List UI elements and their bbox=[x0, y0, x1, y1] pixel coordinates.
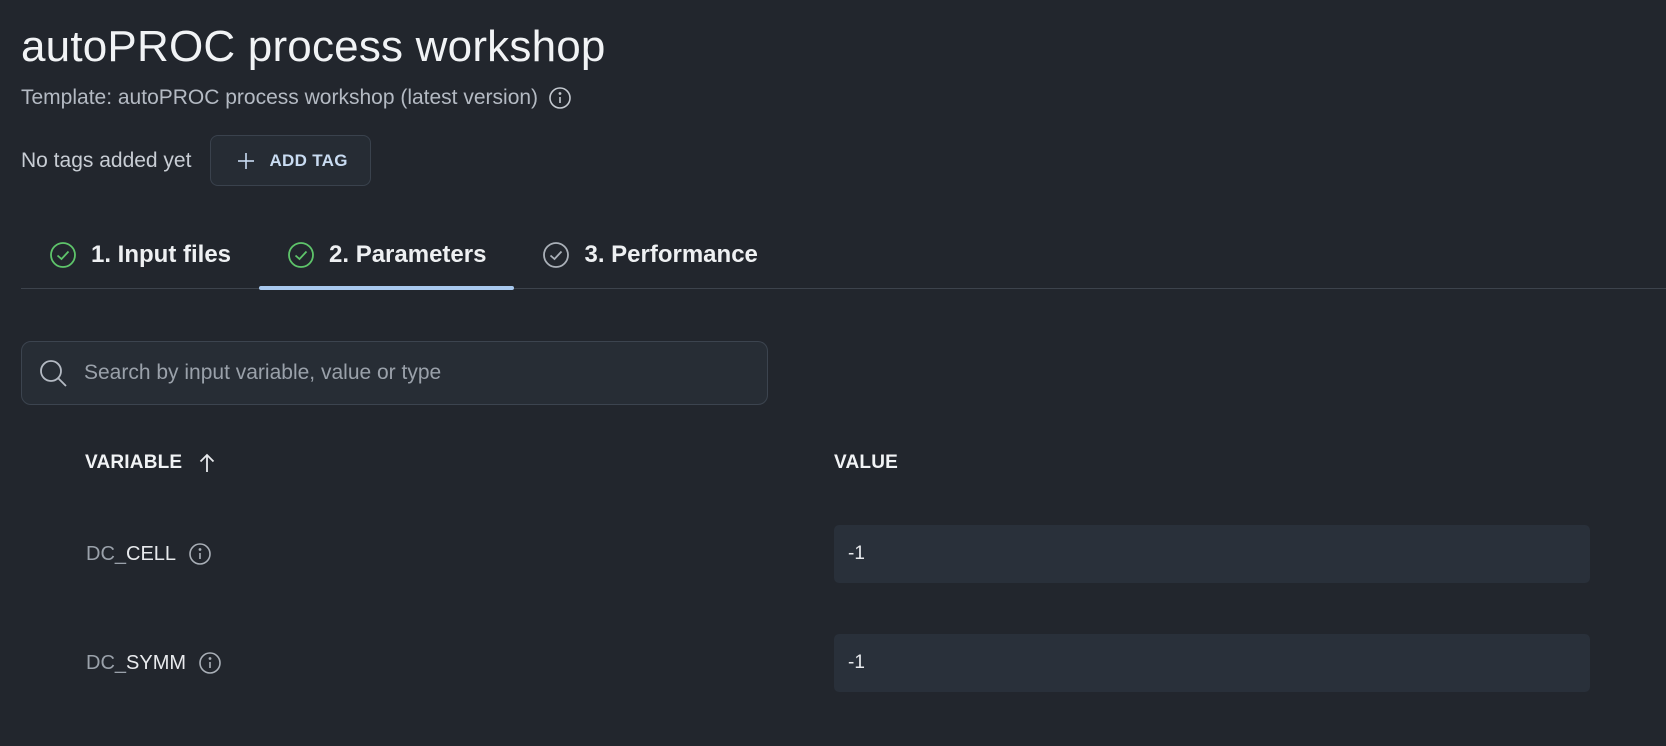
variable-prefix: DC_ bbox=[86, 651, 127, 674]
check-circle-icon bbox=[542, 241, 570, 269]
arrow-up-icon bbox=[196, 452, 218, 474]
value-field[interactable] bbox=[834, 525, 1590, 583]
tab-parameters[interactable]: 2. Parameters bbox=[259, 222, 515, 290]
page-title: autoPROC process workshop bbox=[21, 22, 606, 71]
variable-name: DC_SYMM bbox=[86, 634, 222, 692]
page: autoPROC process workshop Template: auto… bbox=[0, 0, 1666, 746]
tab-performance[interactable]: 3. Performance bbox=[514, 222, 785, 288]
info-icon[interactable] bbox=[188, 542, 212, 566]
value-field[interactable] bbox=[834, 634, 1590, 692]
tags-empty-text: No tags added yet bbox=[21, 148, 192, 172]
column-header-label: VARIABLE bbox=[85, 452, 183, 473]
add-tag-button[interactable]: ADD TAG bbox=[210, 135, 371, 186]
search-box bbox=[21, 341, 768, 405]
tab-input-files[interactable]: 1. Input files bbox=[21, 222, 259, 288]
variable-prefix: DC_ bbox=[86, 542, 127, 565]
info-icon[interactable] bbox=[548, 86, 572, 110]
variable-name: DC_CELL bbox=[86, 525, 212, 583]
column-header-label: VALUE bbox=[834, 452, 898, 473]
tab-label: 3. Performance bbox=[584, 241, 758, 268]
variable-suffix: SYMM bbox=[126, 651, 187, 674]
variable-suffix: CELL bbox=[126, 542, 177, 565]
template-label: Template: autoPROC process workshop (lat… bbox=[21, 86, 539, 109]
tab-label: 1. Input files bbox=[91, 241, 232, 268]
column-header-variable[interactable]: VARIABLE bbox=[85, 452, 218, 474]
template-info: Template: autoPROC process workshop (lat… bbox=[21, 86, 572, 110]
column-header-value: VALUE bbox=[834, 452, 898, 474]
search-input[interactable] bbox=[82, 360, 751, 386]
plus-icon bbox=[235, 150, 257, 172]
search-icon bbox=[38, 358, 68, 388]
step-tabs: 1. Input files 2. Parameters 3. Performa… bbox=[21, 222, 1666, 290]
tab-label: 2. Parameters bbox=[329, 241, 487, 268]
check-circle-icon bbox=[287, 241, 315, 269]
info-icon[interactable] bbox=[198, 651, 222, 675]
table-row: DC_CELL bbox=[0, 525, 1666, 583]
tags-row: No tags added yet ADD TAG bbox=[21, 135, 371, 186]
add-tag-label: ADD TAG bbox=[269, 150, 348, 170]
check-circle-icon bbox=[49, 241, 77, 269]
table-row: DC_SYMM bbox=[0, 634, 1666, 692]
